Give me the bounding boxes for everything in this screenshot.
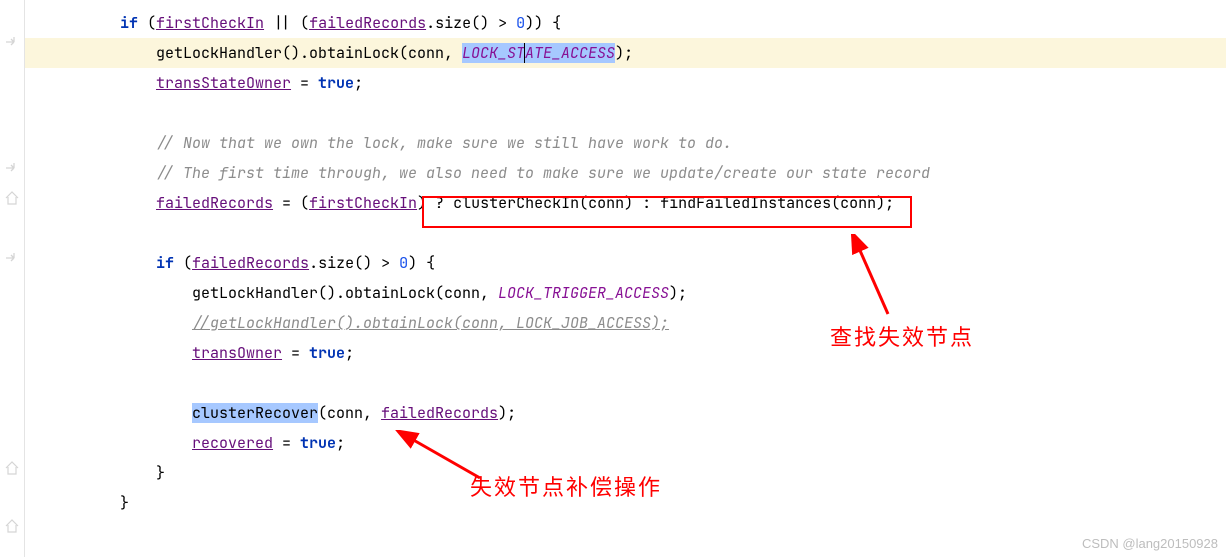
keyword-true: true (318, 73, 354, 93)
code-text: = (273, 433, 300, 453)
field-ref: failedRecords (381, 403, 498, 423)
comment: //getLockHandler().obtainLock(conn, LOCK… (192, 313, 669, 333)
constant-ref: LOCK_TRIGGER_ACCESS (498, 283, 669, 303)
code-text (120, 433, 192, 453)
keyword-if: if (156, 253, 174, 273)
code-text: ( (138, 13, 156, 33)
gutter-home-icon (4, 518, 20, 534)
field-ref: firstCheckIn (156, 13, 264, 33)
code-text: ; (354, 73, 363, 93)
code-line[interactable] (25, 98, 1226, 128)
watermark-text: CSDN @lang20150928 (1082, 536, 1218, 551)
code-text: ; (345, 343, 354, 363)
code-text: } (120, 493, 129, 513)
gutter-return-icon (4, 160, 20, 176)
keyword-if: if (120, 13, 138, 33)
code-text (120, 73, 156, 93)
code-line[interactable] (25, 218, 1226, 248)
code-line[interactable]: recovered = true; (25, 428, 1226, 458)
gutter-home-icon (4, 460, 20, 476)
comment: // Now that we own the lock, make sure w… (156, 133, 732, 153)
code-text (120, 403, 192, 423)
code-text: ); (615, 43, 633, 63)
gutter-home-icon (4, 190, 20, 206)
code-text: .size() > (309, 253, 399, 273)
comment: // The first time through, we also need … (156, 163, 930, 183)
constant-ref-selected: LOCK_ST (462, 43, 525, 63)
code-text (120, 133, 156, 153)
code-text: .size() > (426, 13, 516, 33)
code-text: = ( (273, 193, 309, 213)
field-ref: firstCheckIn (309, 193, 417, 213)
code-text: } (120, 463, 165, 483)
code-line[interactable] (25, 368, 1226, 398)
code-text: (conn, (318, 403, 381, 423)
code-text: )) { (525, 13, 561, 33)
field-ref: failedRecords (156, 193, 273, 213)
gutter-return-icon (4, 250, 20, 266)
gutter-return-icon (4, 34, 20, 50)
number-literal: 0 (399, 253, 408, 273)
code-line[interactable]: // Now that we own the lock, make sure w… (25, 128, 1226, 158)
code-text: ); (669, 283, 687, 303)
field-ref: transStateOwner (156, 73, 291, 93)
code-text (120, 163, 156, 183)
field-ref: failedRecords (192, 253, 309, 273)
code-text: = (282, 343, 309, 363)
code-text: || ( (264, 13, 309, 33)
keyword-true: true (309, 343, 345, 363)
code-text: getLockHandler().obtainLock(conn, (120, 43, 462, 63)
code-text: ) { (408, 253, 435, 273)
constant-ref-selected: TE_ACCESS (534, 43, 615, 63)
code-text: = (291, 73, 318, 93)
number-literal: 0 (516, 13, 525, 33)
editor-gutter (0, 0, 25, 557)
field-ref: failedRecords (309, 13, 426, 33)
code-text: ; (336, 433, 345, 453)
code-line[interactable]: //getLockHandler().obtainLock(conn, LOCK… (25, 308, 1226, 338)
code-line[interactable]: if (failedRecords.size() > 0) { (25, 248, 1226, 278)
code-line[interactable]: if (firstCheckIn || (failedRecords.size(… (25, 8, 1226, 38)
code-text: ( (174, 253, 192, 273)
code-line-highlighted[interactable]: getLockHandler().obtainLock(conn, LOCK_S… (25, 38, 1226, 68)
code-text (120, 253, 156, 273)
code-editor[interactable]: if (firstCheckIn || (failedRecords.size(… (25, 0, 1226, 518)
code-line[interactable]: getLockHandler().obtainLock(conn, LOCK_T… (25, 278, 1226, 308)
annotation-text: 查找失效节点 (830, 320, 974, 352)
keyword-true: true (300, 433, 336, 453)
field-ref: transOwner (192, 343, 282, 363)
code-line[interactable]: clusterRecover(conn, failedRecords); (25, 398, 1226, 428)
field-ref: recovered (192, 433, 273, 453)
code-text: getLockHandler().obtainLock(conn, (120, 283, 498, 303)
annotation-text: 失效节点补偿操作 (470, 470, 662, 502)
code-line[interactable]: transOwner = true; (25, 338, 1226, 368)
code-line[interactable]: // The first time through, we also need … (25, 158, 1226, 188)
code-text (120, 193, 156, 213)
code-line[interactable]: failedRecords = (firstCheckIn) ? cluster… (25, 188, 1226, 218)
constant-ref-selected: A (524, 43, 534, 63)
code-text (120, 343, 192, 363)
code-text (120, 313, 192, 333)
code-line[interactable]: transStateOwner = true; (25, 68, 1226, 98)
code-text: ) ? clusterCheckIn(conn) : findFailedIns… (417, 193, 894, 213)
selected-text: clusterRecover (192, 403, 318, 423)
code-text: ); (498, 403, 516, 423)
